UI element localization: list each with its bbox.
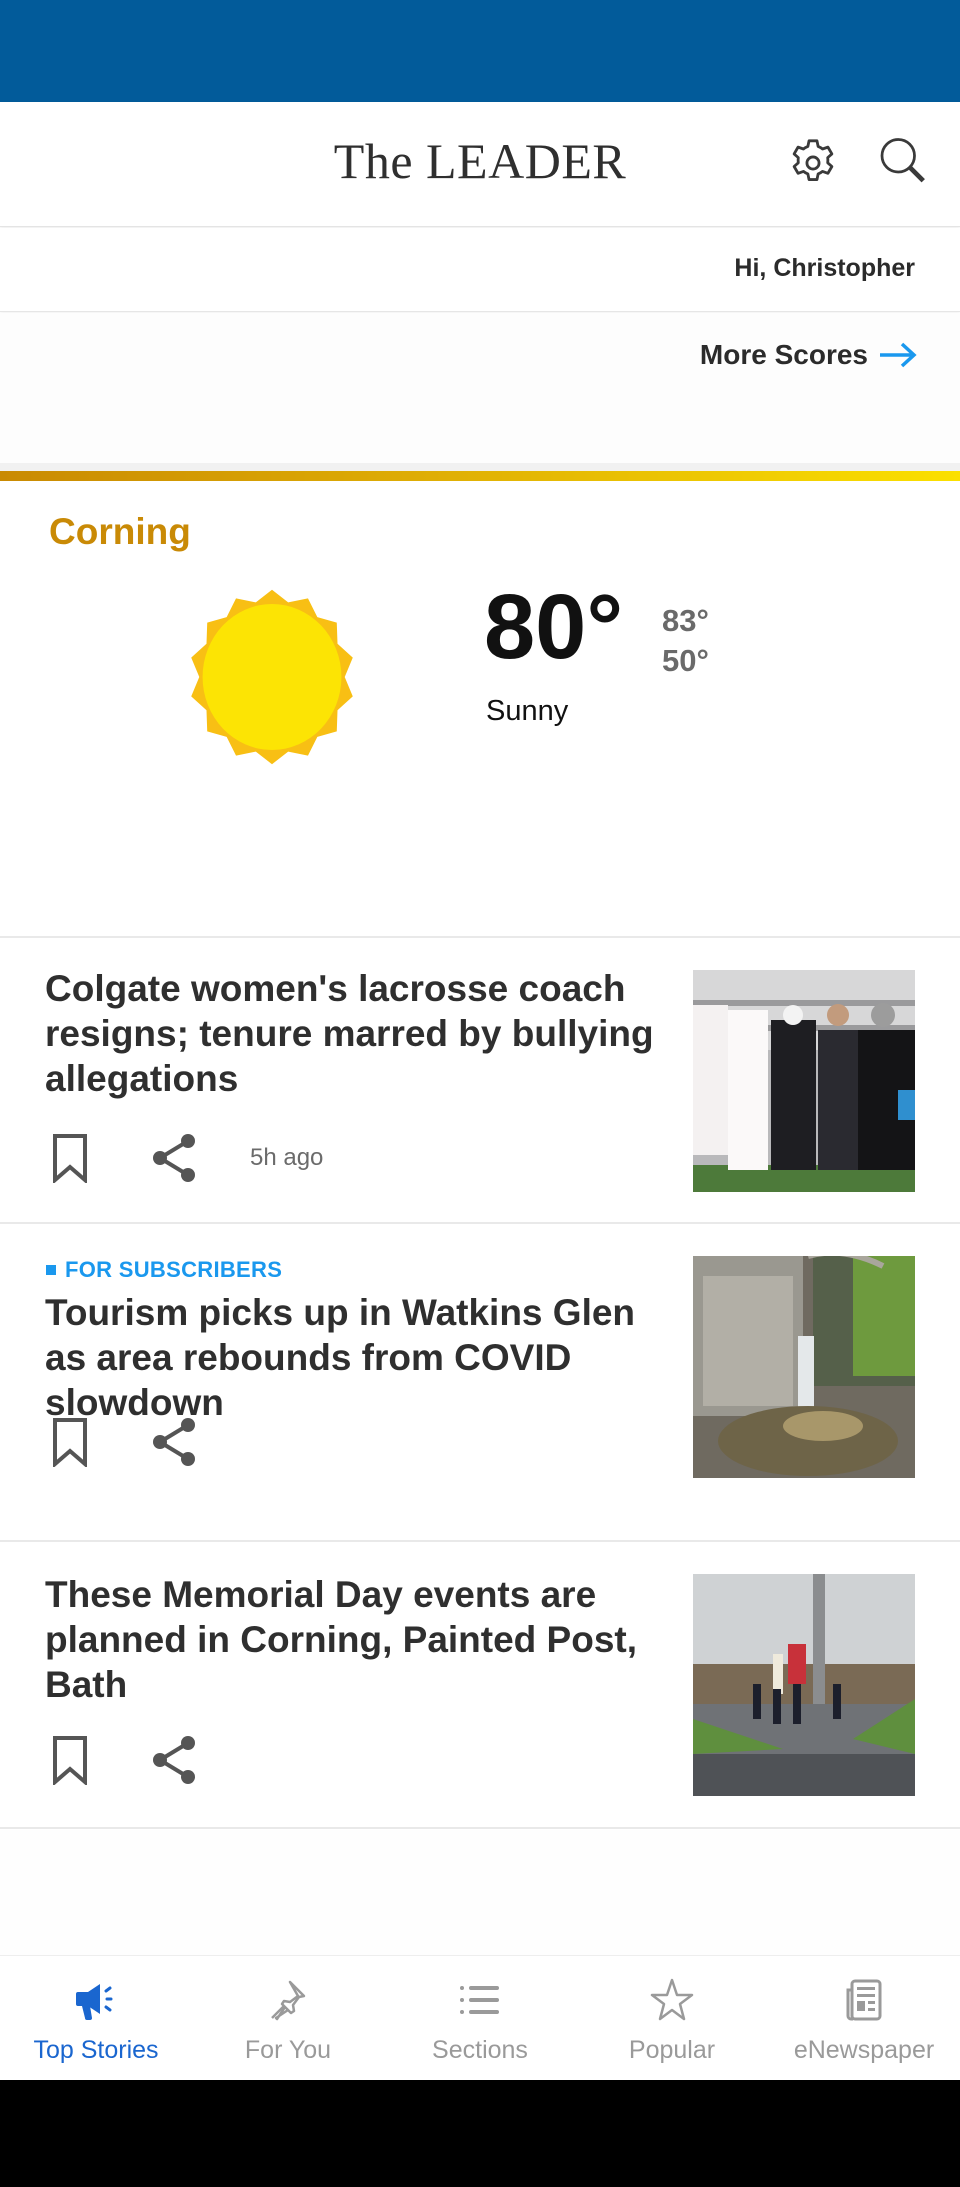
subscriber-badge: FOR SUBSCRIBERS: [46, 1257, 282, 1283]
more-scores-link[interactable]: More Scores: [700, 339, 918, 371]
article-actions: [50, 1734, 198, 1786]
nav-for-you[interactable]: For You: [192, 1956, 384, 2080]
weather-widget[interactable]: Corning 80° 83° 50° Sunny: [0, 481, 960, 937]
bottom-navigation: Top Stories For You Sections Popular eNe…: [0, 1955, 960, 2080]
search-button[interactable]: [872, 132, 932, 192]
nav-enewspaper[interactable]: eNewspaper: [768, 1956, 960, 2080]
article-actions: 5h ago: [50, 1132, 323, 1184]
share-icon[interactable]: [150, 1416, 198, 1468]
article-headline[interactable]: Colgate women's lacrosse coach resigns; …: [45, 966, 670, 1101]
nav-sections[interactable]: Sections: [384, 1956, 576, 2080]
low-temperature: 50°: [662, 643, 709, 678]
gear-icon: [792, 139, 834, 181]
current-temperature: 80°: [484, 576, 624, 678]
lacrosse-photo: [693, 970, 915, 1192]
feed-empty-area: [0, 1830, 960, 1955]
high-temperature: 83°: [662, 603, 709, 638]
article-card[interactable]: FOR SUBSCRIBERS Tourism picks up in Watk…: [0, 1224, 960, 1540]
sun-core: [202, 604, 342, 750]
sun-icon: [191, 589, 353, 765]
article-thumbnail[interactable]: [693, 1256, 915, 1478]
more-scores-label: More Scores: [699, 339, 868, 370]
settings-button[interactable]: [785, 135, 841, 191]
article-actions: [50, 1416, 198, 1468]
star-icon: [650, 1978, 694, 2021]
nav-label: Popular: [628, 2036, 716, 2064]
user-greeting[interactable]: Hi, Christopher: [734, 254, 915, 283]
article-timestamp: 5h ago: [250, 1144, 324, 1171]
scores-section: More Scores: [0, 313, 960, 463]
article-thumbnail[interactable]: [693, 1574, 915, 1796]
article-headline[interactable]: Tourism picks up in Watkins Glen as area…: [45, 1290, 670, 1425]
nav-label: Top Stories: [33, 2036, 159, 2064]
app-header: The LEADER: [0, 102, 960, 227]
search-icon: [880, 138, 925, 183]
article-card[interactable]: Colgate women's lacrosse coach resigns; …: [0, 938, 960, 1222]
megaphone-icon: [76, 1984, 113, 2020]
status-bar-area: [0, 0, 960, 102]
memorial-day-photo: [693, 1574, 915, 1796]
weather-city: Corning: [49, 511, 191, 552]
article-thumbnail[interactable]: [693, 970, 915, 1192]
nav-top-stories[interactable]: Top Stories: [0, 1956, 192, 2080]
bookmark-icon[interactable]: [50, 1417, 90, 1467]
waterfall-photo: [693, 1256, 915, 1478]
bookmark-icon[interactable]: [50, 1133, 90, 1183]
greeting-bar: Hi, Christopher: [0, 228, 960, 312]
weather-condition: Sunny: [486, 695, 569, 727]
arrow-right-icon: [880, 342, 917, 368]
pushpin-icon: [271, 1980, 306, 2021]
article-headline[interactable]: These Memorial Day events are planned in…: [45, 1572, 685, 1707]
section-separator: [0, 463, 960, 471]
weather-accent-bar: [0, 471, 960, 481]
article-card[interactable]: These Memorial Day events are planned in…: [0, 1542, 960, 1827]
divider: [0, 1827, 960, 1829]
list-icon: [460, 1986, 499, 2014]
newspaper-icon: [846, 1979, 882, 2021]
nav-label: eNewspaper: [793, 2036, 935, 2064]
bookmark-icon[interactable]: [50, 1735, 90, 1785]
share-icon[interactable]: [150, 1132, 198, 1184]
share-icon[interactable]: [150, 1734, 198, 1786]
nav-popular[interactable]: Popular: [576, 1956, 768, 2080]
system-navigation-bar: [0, 2080, 960, 2187]
nav-label: For You: [244, 2036, 332, 2064]
nav-label: Sections: [432, 2036, 528, 2064]
